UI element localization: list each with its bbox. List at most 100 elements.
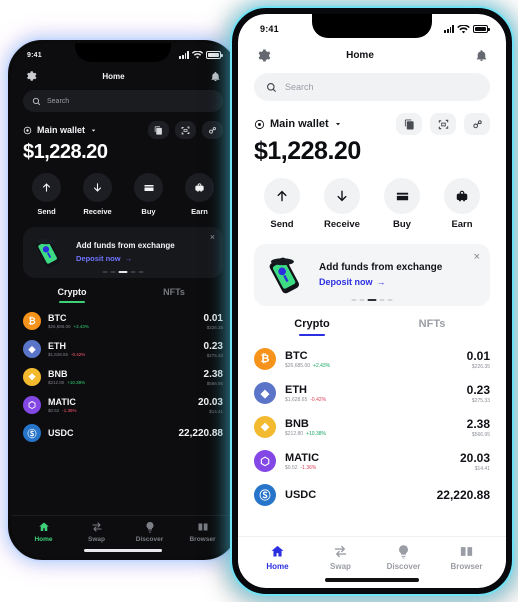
screenshot-stage: 9:41 Home Search Main wallet $1,228.20 S… xyxy=(0,0,518,602)
arrow-down-icon xyxy=(324,178,360,214)
asset-row-bnb[interactable]: ❖ BNB $212.80 +10.38% 2.38 $566.95 xyxy=(23,363,223,391)
carousel-dot[interactable] xyxy=(102,271,108,273)
nav-item-browser[interactable]: Browser xyxy=(176,521,229,543)
arrow-right-icon: → xyxy=(376,276,386,287)
wallet-selector[interactable]: Main wallet xyxy=(23,125,97,135)
promo-cta-label: Deposit now xyxy=(319,276,373,287)
bell-icon[interactable] xyxy=(475,49,488,62)
connect-button[interactable] xyxy=(202,121,223,139)
tab-nfts[interactable]: NFTs xyxy=(372,318,492,336)
scan-qr-button[interactable] xyxy=(430,113,456,135)
carousel-dot[interactable] xyxy=(130,271,136,273)
quick-action-send[interactable]: Send xyxy=(252,178,312,230)
quick-action-buy[interactable]: Buy xyxy=(123,173,174,216)
carousel-dot[interactable] xyxy=(387,299,393,301)
asset-row-btc[interactable]: ₿ BTC $26,685.00 +2.43% 0.01 $226.35 xyxy=(23,307,223,335)
carousel-dot-active[interactable] xyxy=(367,299,377,301)
scan-icon xyxy=(438,119,448,129)
search-bar[interactable]: Search xyxy=(254,73,490,101)
carousel-dot[interactable] xyxy=(359,299,365,301)
close-icon[interactable]: × xyxy=(474,252,480,263)
quick-action-send[interactable]: Send xyxy=(21,173,72,216)
nav-item-discover[interactable]: Discover xyxy=(372,544,435,571)
nav-item-discover[interactable]: Discover xyxy=(123,521,176,543)
tab-nfts[interactable]: NFTs xyxy=(123,287,225,303)
wifi-icon xyxy=(457,24,470,33)
asset-row-btc[interactable]: ₿ BTC $26,685.00 +2.43% 0.01 $226.35 xyxy=(254,342,490,376)
nav-label: Home xyxy=(266,562,289,571)
promo-cta-link[interactable]: Deposit now → xyxy=(319,277,442,287)
nav-item-browser[interactable]: Browser xyxy=(435,544,498,571)
swap-icon xyxy=(91,521,103,533)
asset-price: $212.80 xyxy=(285,430,304,437)
connect-button[interactable] xyxy=(464,113,490,135)
asset-row-eth[interactable]: ◆ ETH $1,628.65 -0.42% 0.23 $275.33 xyxy=(254,376,490,410)
gear-icon[interactable] xyxy=(256,48,271,63)
eth-coin-icon: ◆ xyxy=(254,382,276,404)
search-bar[interactable]: Search xyxy=(23,90,223,112)
search-icon xyxy=(267,82,277,92)
asset-symbol: MATIC xyxy=(285,451,320,464)
phone-notch xyxy=(75,43,171,62)
tab-crypto[interactable]: Crypto xyxy=(21,287,123,303)
close-icon[interactable]: × xyxy=(210,233,215,242)
promo-cta-link[interactable]: Deposit now → xyxy=(76,254,175,263)
link-icon xyxy=(209,126,216,134)
status-bar-time: 9:41 xyxy=(27,51,42,59)
quick-action-earn[interactable]: Earn xyxy=(174,173,225,216)
wallet-selector[interactable]: Main wallet xyxy=(254,118,342,130)
nav-item-swap[interactable]: Swap xyxy=(309,544,372,571)
asset-row-matic[interactable]: ⬡ MATIC $0.52 -1.36% 20.03 $14.41 xyxy=(23,391,223,419)
asset-row-eth[interactable]: ◆ ETH $1,628.65 -0.42% 0.23 $275.33 xyxy=(23,335,223,363)
asset-value: $275.33 xyxy=(206,352,223,358)
quick-action-label: Earn xyxy=(191,207,208,216)
asset-row-usdc[interactable]: Ⓢ USDC 22,220.88 xyxy=(254,478,490,512)
quick-actions: Send Receive Buy Earn xyxy=(11,164,235,219)
asset-amount: 2.38 xyxy=(203,368,223,380)
quick-action-receive[interactable]: Receive xyxy=(312,178,372,230)
copy-icon xyxy=(154,125,162,135)
nav-label: Browser xyxy=(450,562,483,571)
tab-crypto[interactable]: Crypto xyxy=(252,318,372,336)
nav-item-swap[interactable]: Swap xyxy=(70,521,123,543)
nav-item-home[interactable]: Home xyxy=(17,521,70,543)
search-placeholder: Search xyxy=(285,82,314,92)
chevron-down-icon xyxy=(335,123,340,126)
quick-action-buy[interactable]: Buy xyxy=(372,178,432,230)
lightbulb-icon xyxy=(144,521,156,533)
carousel-dot[interactable] xyxy=(379,299,385,301)
carousel-dot[interactable] xyxy=(110,271,116,273)
phone-light-theme: 9:41 Home Search Main wallet $1,228.20 S… xyxy=(232,8,512,594)
promo-title: Add funds from exchange xyxy=(76,240,175,250)
wallet-balance: $1,228.20 xyxy=(254,137,361,165)
bell-icon[interactable] xyxy=(210,71,221,82)
copy-address-button[interactable] xyxy=(148,121,169,139)
status-bar-indicators xyxy=(444,24,490,34)
scan-qr-button[interactable] xyxy=(175,121,196,139)
asset-row-bnb[interactable]: ❖ BNB $212.80 +10.38% 2.38 $566.95 xyxy=(254,410,490,444)
eye-icon[interactable] xyxy=(23,126,32,135)
quick-action-receive[interactable]: Receive xyxy=(72,173,123,216)
nav-label: Swap xyxy=(330,562,351,571)
cellular-bars-icon xyxy=(179,51,189,59)
gear-icon[interactable] xyxy=(25,70,37,82)
asset-symbol: BTC xyxy=(285,349,308,362)
promo-banner[interactable]: Add funds from exchange Deposit now → × xyxy=(23,227,223,278)
nav-label: Home xyxy=(34,535,53,543)
nav-label: Discover xyxy=(386,562,421,571)
promo-banner[interactable]: Add funds from exchange Deposit now → × xyxy=(254,244,490,306)
quick-action-earn[interactable]: Earn xyxy=(432,178,492,230)
carousel-dot[interactable] xyxy=(138,271,144,273)
asset-change: +10.38% xyxy=(306,430,326,437)
carousel-dot[interactable] xyxy=(351,299,357,301)
asset-change: +2.43% xyxy=(73,324,89,329)
eye-icon[interactable] xyxy=(254,119,265,130)
asset-row-matic[interactable]: ⬡ MATIC $0.52 -1.36% 20.03 $14.41 xyxy=(254,444,490,478)
copy-address-button[interactable] xyxy=(396,113,422,135)
asset-row-usdc[interactable]: Ⓢ USDC 22,220.88 xyxy=(23,419,223,447)
asset-change: -1.36% xyxy=(62,408,77,413)
nav-item-home[interactable]: Home xyxy=(246,544,309,571)
asset-value: $226.35 xyxy=(471,363,490,370)
carousel-dot-active[interactable] xyxy=(118,271,128,273)
copy-icon xyxy=(404,118,414,130)
